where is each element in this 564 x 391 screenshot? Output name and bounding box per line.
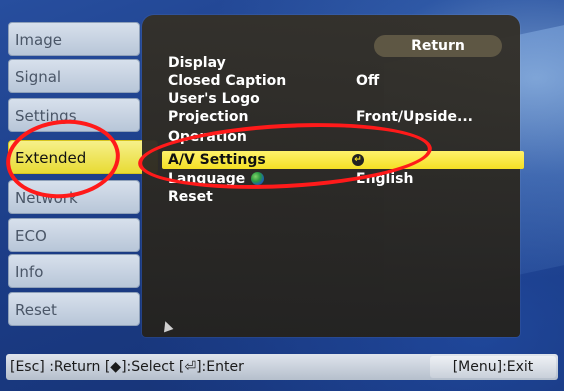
tab-extended[interactable]: Extended: [8, 140, 158, 174]
tab-info[interactable]: Info: [8, 254, 140, 288]
tab-label: Info: [15, 263, 44, 281]
help-text: [Esc] :Return [◆]:Select [⏎]:Enter: [10, 359, 244, 375]
tab-label: Signal: [15, 68, 62, 86]
menu-item-display[interactable]: Display: [168, 55, 504, 71]
menu-item-label: Display: [168, 55, 226, 71]
cursor-icon: [160, 319, 174, 333]
tab-eco[interactable]: ECO: [8, 218, 140, 252]
menu-item-label: Closed Caption: [168, 73, 287, 89]
tab-network[interactable]: Network: [8, 180, 140, 214]
tab-label: ECO: [15, 227, 47, 245]
exit-hint[interactable]: [Menu]:Exit: [430, 356, 556, 378]
projector-menu-screen: Image Signal Settings Extended Network E…: [0, 0, 564, 391]
menu-item-operation[interactable]: Operation: [168, 129, 504, 145]
tab-label: Network: [15, 189, 78, 207]
menu-panel: Return Display Closed Caption Off User's…: [142, 15, 524, 337]
globe-icon: [251, 172, 265, 185]
menu-item-value: English: [356, 171, 414, 187]
menu-item-projection[interactable]: Projection Front/Upside...: [168, 109, 504, 125]
menu-item-label: Reset: [168, 189, 213, 205]
menu-item-reset[interactable]: Reset: [168, 189, 504, 205]
help-bar: [Esc] :Return [◆]:Select [⏎]:Enter [Menu…: [0, 348, 564, 388]
tab-label: Settings: [15, 107, 77, 125]
tab-signal[interactable]: Signal: [8, 59, 140, 93]
menu-item-label: User's Logo: [168, 91, 260, 107]
menu-item-value: Off: [356, 73, 380, 89]
menu-item-label: Projection: [168, 109, 249, 125]
language-label: Language: [168, 171, 246, 187]
tab-image[interactable]: Image: [8, 22, 140, 56]
menu-item-language[interactable]: Language English: [168, 171, 504, 187]
tab-label: Reset: [15, 301, 57, 319]
menu-item-label: Operation: [168, 129, 247, 145]
tab-label: Image: [15, 31, 62, 49]
tab-settings[interactable]: Settings: [8, 98, 140, 132]
enter-icon: ↵: [352, 154, 364, 166]
tab-reset[interactable]: Reset: [8, 292, 140, 326]
menu-item-users-logo[interactable]: User's Logo: [168, 91, 504, 107]
menu-item-value: Front/Upside...: [356, 109, 473, 125]
menu-item-closed-caption[interactable]: Closed Caption Off: [168, 73, 504, 89]
return-button[interactable]: Return: [374, 35, 502, 57]
menu-item-label: Language: [168, 171, 265, 187]
menu-item-label: A/V Settings: [168, 152, 266, 168]
menu-item-av-settings[interactable]: A/V Settings ↵: [162, 151, 524, 169]
tab-label: Extended: [15, 149, 87, 167]
